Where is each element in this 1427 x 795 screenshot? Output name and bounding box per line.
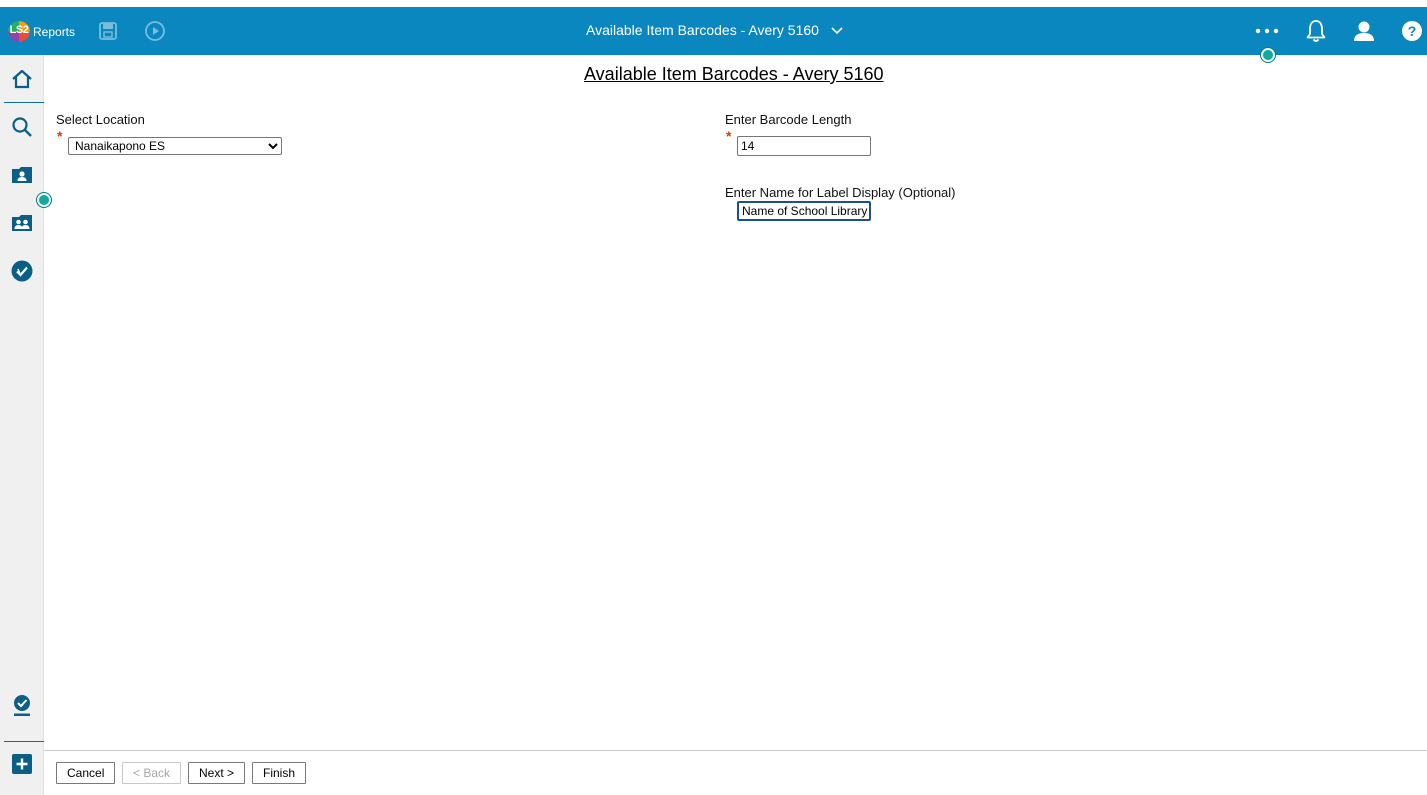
- sidebar-item-search[interactable]: [0, 107, 44, 147]
- sidebar-item-approve[interactable]: [0, 686, 44, 726]
- location-select[interactable]: Nanaikapono ES: [68, 137, 282, 155]
- sidebar-divider: [4, 741, 44, 742]
- play-icon[interactable]: [143, 19, 167, 43]
- location-label: Select Location: [56, 112, 145, 127]
- footer-divider: [44, 750, 1427, 751]
- user-icon[interactable]: [1352, 19, 1376, 43]
- tour-hotspot[interactable]: [1261, 48, 1275, 62]
- help-icon[interactable]: ?: [1400, 19, 1424, 43]
- bell-icon[interactable]: [1304, 19, 1328, 43]
- sidebar-item-patrons[interactable]: [0, 203, 44, 243]
- more-icon[interactable]: [1255, 19, 1279, 43]
- next-button[interactable]: Next >: [188, 762, 246, 784]
- app-name: Reports: [33, 24, 76, 39]
- save-icon[interactable]: [96, 19, 120, 43]
- back-button[interactable]: < Back: [122, 762, 182, 784]
- required-marker: *: [57, 128, 63, 144]
- finish-button[interactable]: Finish: [252, 762, 307, 784]
- search-icon: [12, 117, 32, 137]
- report-title-dropdown[interactable]: Available Item Barcodes - Avery 5160: [586, 22, 843, 38]
- required-marker: *: [726, 128, 732, 144]
- sidebar-item-add[interactable]: [0, 744, 44, 784]
- sidebar-item-home[interactable]: [0, 59, 44, 99]
- cancel-button[interactable]: Cancel: [56, 762, 116, 784]
- add-icon: [12, 754, 32, 774]
- label-name-label: Enter Name for Label Display (Optional): [725, 185, 956, 200]
- chevron-down-icon: [831, 22, 843, 38]
- approve-icon: [14, 695, 30, 716]
- page-title: Available Item Barcodes - Avery 5160: [584, 64, 884, 84]
- patrons-icon: [12, 215, 32, 231]
- circulation-icon: [11, 260, 33, 282]
- report-title: Available Item Barcodes - Avery 5160: [586, 22, 819, 38]
- top-strip: [0, 0, 1427, 7]
- app-logo[interactable]: LS2 Reports: [8, 21, 75, 42]
- sidebar-item-patron[interactable]: [0, 155, 44, 195]
- tour-hotspot[interactable]: [37, 193, 51, 207]
- svg-text:?: ?: [1408, 23, 1417, 39]
- home-icon: [12, 69, 32, 89]
- sidebar-item-circulation[interactable]: [0, 251, 44, 291]
- barcode-length-label: Enter Barcode Length: [725, 112, 852, 127]
- patron-icon: [12, 167, 32, 183]
- ls2-logo-icon: LS2: [8, 21, 30, 42]
- sidebar-nav: [0, 55, 44, 795]
- label-name-input[interactable]: [737, 201, 871, 221]
- barcode-length-input[interactable]: [737, 136, 871, 156]
- sidebar-divider: [4, 102, 44, 103]
- app-header: LS2 Reports Available Item Barcodes - Av…: [0, 7, 1427, 55]
